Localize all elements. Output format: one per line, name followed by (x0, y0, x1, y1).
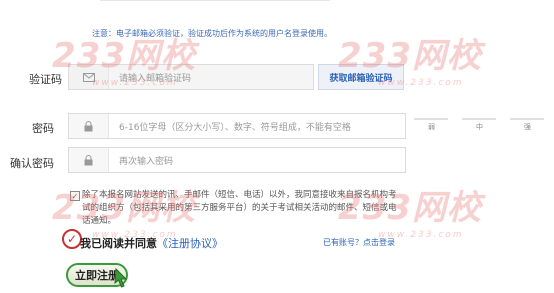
lock-icon (69, 148, 109, 172)
watermark-url: www.233.com (378, 230, 464, 240)
strength-strong: 强 (524, 123, 531, 131)
strength-bar-medium (462, 118, 496, 120)
strength-medium: 中 (476, 123, 483, 131)
password-placeholder: 6-16位字母（区分大小写）、数字、符号组成，不能有空格 (119, 123, 351, 133)
confirm-password-label: 确认密码 (10, 157, 54, 170)
password-label: 密码 (32, 122, 54, 135)
email-notice: 注意：电子邮箱必须验证，验证成功后作为系统的用户名登录使用。 (92, 29, 332, 38)
confirm-password-input[interactable]: 再次输入密码 (68, 147, 406, 173)
terms-agree-checkbox[interactable]: ✓ (62, 229, 82, 249)
watermark-url: www.233.com (92, 230, 178, 240)
watermark-url: www.233.com (378, 78, 464, 88)
marketing-consent-text: 除了本报名网站发送的讯、手邮件（短信、电话）以外，我同意接收来自报名机构考试的组… (82, 190, 397, 226)
strength-bar-strong (510, 118, 544, 120)
code-label: 验证码 (29, 73, 62, 86)
top-divider (100, 0, 330, 11)
password-input[interactable]: 6-16位字母（区分大小写）、数字、符号组成，不能有空格 (68, 113, 406, 139)
confirm-password-placeholder: 再次输入密码 (119, 157, 174, 167)
marketing-consent-checkbox[interactable]: ✓ (70, 191, 80, 201)
hand-cursor-icon (114, 267, 128, 288)
watermark-url: www.233.com (92, 78, 178, 88)
lock-icon (69, 114, 109, 138)
strength-weak: 弱 (428, 123, 435, 131)
strength-bar-weak (414, 118, 448, 120)
